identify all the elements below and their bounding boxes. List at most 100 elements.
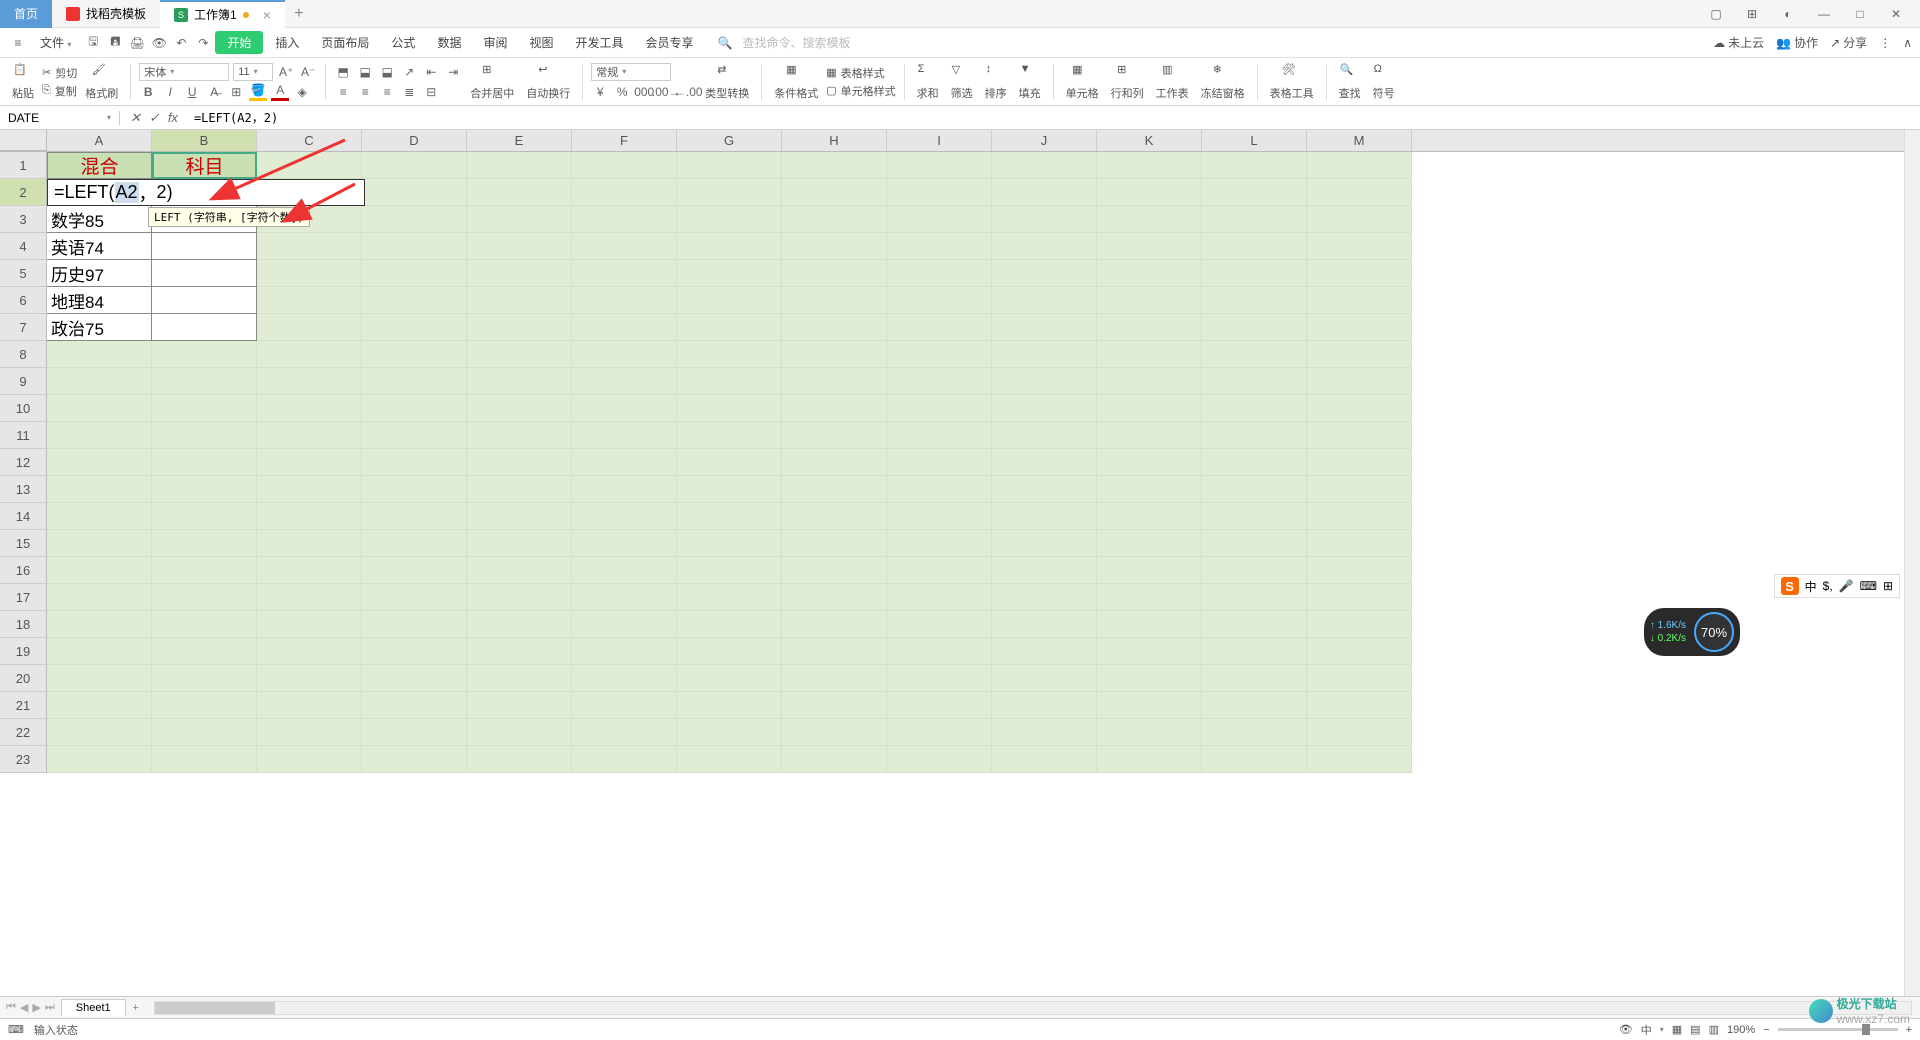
cell[interactable] (152, 422, 257, 449)
cell[interactable] (992, 476, 1097, 503)
cell[interactable] (1307, 449, 1412, 476)
fill-color-button[interactable]: 🪣 (249, 83, 267, 101)
col-header-F[interactable]: F (572, 130, 677, 151)
cell[interactable] (362, 395, 467, 422)
col-header-M[interactable]: M (1307, 130, 1412, 151)
cell[interactable] (1307, 287, 1412, 314)
cell[interactable] (1307, 611, 1412, 638)
cell[interactable] (152, 395, 257, 422)
cell[interactable] (1097, 314, 1202, 341)
cell[interactable] (782, 314, 887, 341)
cell[interactable] (677, 314, 782, 341)
cell[interactable] (152, 287, 257, 314)
cell[interactable] (152, 665, 257, 692)
cell[interactable] (362, 692, 467, 719)
cell[interactable] (362, 287, 467, 314)
cell[interactable] (362, 260, 467, 287)
menu-review[interactable]: 审阅 (473, 30, 517, 55)
cell[interactable] (1202, 152, 1307, 179)
cell[interactable] (362, 611, 467, 638)
align-left[interactable]: ≡ (334, 83, 352, 101)
cell[interactable] (1202, 476, 1307, 503)
cell[interactable] (467, 530, 572, 557)
table-style[interactable]: ▦表格样式 (826, 65, 895, 81)
col-header-C[interactable]: C (257, 130, 362, 151)
cell[interactable] (152, 611, 257, 638)
cell[interactable] (1307, 314, 1412, 341)
cell[interactable] (1202, 449, 1307, 476)
cell[interactable] (362, 368, 467, 395)
cell[interactable] (467, 395, 572, 422)
cell[interactable] (47, 341, 152, 368)
cell[interactable] (362, 152, 467, 179)
bold-button[interactable]: B (139, 83, 157, 101)
cell[interactable] (782, 503, 887, 530)
cell[interactable] (467, 557, 572, 584)
cell[interactable] (467, 206, 572, 233)
cell[interactable] (467, 260, 572, 287)
cell[interactable] (677, 557, 782, 584)
cell[interactable] (47, 638, 152, 665)
cell[interactable] (257, 314, 362, 341)
cell[interactable] (887, 395, 992, 422)
row-header[interactable]: 12 (0, 449, 47, 476)
cell[interactable] (782, 422, 887, 449)
cell[interactable] (887, 287, 992, 314)
col-header-G[interactable]: G (677, 130, 782, 151)
formula-input[interactable]: =LEFT(A2，2) (188, 109, 1920, 126)
cell[interactable] (992, 719, 1097, 746)
cell[interactable] (992, 314, 1097, 341)
cell[interactable] (677, 287, 782, 314)
cell[interactable] (677, 368, 782, 395)
row-header[interactable]: 21 (0, 692, 47, 719)
menu-member[interactable]: 会员专享 (636, 30, 704, 55)
cell[interactable] (1202, 530, 1307, 557)
ime-settings-icon[interactable]: ⊞ (1883, 579, 1893, 593)
cancel-formula-icon[interactable]: ✕ (130, 110, 141, 126)
col-header-A[interactable]: A (47, 130, 152, 151)
cell[interactable] (782, 287, 887, 314)
cell[interactable] (47, 557, 152, 584)
merge-button[interactable]: ⊞合并居中 (466, 61, 518, 103)
cell[interactable] (1097, 557, 1202, 584)
cell[interactable] (782, 638, 887, 665)
cell[interactable] (1307, 233, 1412, 260)
cell[interactable] (887, 665, 992, 692)
menu-file[interactable]: 文件 ▾ (30, 30, 81, 55)
col-header-K[interactable]: K (1097, 130, 1202, 151)
print-icon[interactable]: 🖨 (127, 33, 147, 53)
cell[interactable] (47, 665, 152, 692)
cell[interactable] (887, 314, 992, 341)
cell[interactable] (362, 422, 467, 449)
cell[interactable] (467, 314, 572, 341)
cut-button[interactable]: ✂剪切 (42, 65, 77, 81)
copy-button[interactable]: ⎘复制 (42, 83, 77, 99)
cell[interactable] (572, 152, 677, 179)
distribute[interactable]: ⊟ (422, 83, 440, 101)
share-button[interactable]: ↗分享 (1830, 34, 1867, 51)
cell[interactable] (992, 611, 1097, 638)
cell[interactable] (152, 341, 257, 368)
cell[interactable] (677, 638, 782, 665)
cell[interactable] (992, 449, 1097, 476)
performance-widget[interactable]: ↑ 1.6K/s ↓ 0.2K/s 70% (1644, 608, 1740, 656)
conditional-format[interactable]: ▦条件格式 (770, 61, 822, 103)
cell[interactable] (1097, 341, 1202, 368)
cell[interactable]: 英语74 (47, 233, 152, 260)
row-header[interactable]: 9 (0, 368, 47, 395)
phonetic-button[interactable]: ◈ (293, 83, 311, 101)
cell[interactable] (1307, 206, 1412, 233)
view-page-icon[interactable]: ▤ (1690, 1023, 1700, 1036)
cell[interactable] (782, 368, 887, 395)
cell[interactable] (152, 746, 257, 773)
cell[interactable] (782, 233, 887, 260)
cell[interactable] (257, 665, 362, 692)
row-header[interactable]: 5 (0, 260, 47, 287)
cell[interactable] (572, 665, 677, 692)
row-header[interactable]: 20 (0, 665, 47, 692)
cell[interactable] (572, 206, 677, 233)
cell[interactable] (782, 557, 887, 584)
align-top[interactable]: ⬒ (334, 63, 352, 81)
cell[interactable] (992, 638, 1097, 665)
cell[interactable] (152, 476, 257, 503)
